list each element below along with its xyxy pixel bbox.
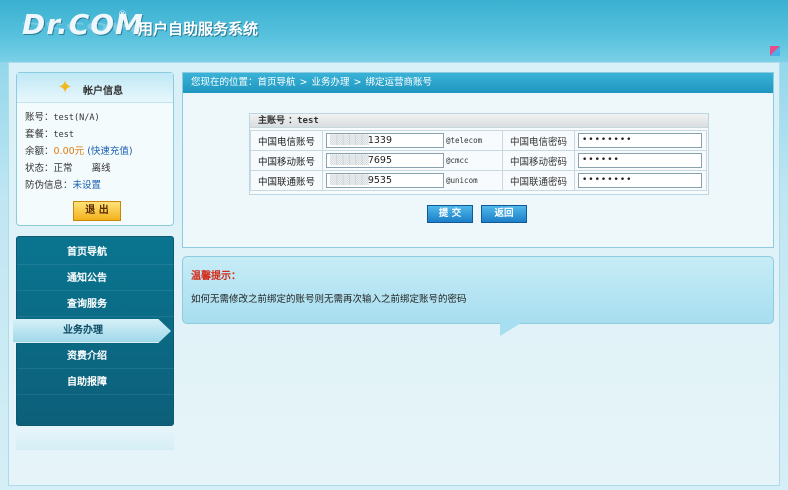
sidebar-item-tariff[interactable]: 资费介绍 <box>17 345 175 369</box>
star-icon: ✦ <box>57 77 73 98</box>
table-row: 中国移动账号 ▒▒▒▒▒▒7695 @cmcc 中国移动密码 •••••• <box>250 150 707 171</box>
breadcrumb: 您现在的位置：首页导航 > 业务办理 > 绑定运营商账号 <box>183 73 773 93</box>
tip-text: 如何无需修改之前绑定的账号则无需再次输入之前绑定账号的密码 <box>191 294 467 305</box>
sidebar-item-notices[interactable]: 通知公告 <box>17 267 175 291</box>
unicom-account-label: 中国联通账号 <box>250 170 323 191</box>
cmcc-password-label: 中国移动密码 <box>502 150 575 171</box>
account-panel: ✦ 帐户信息 账号：test(N/A) 套餐：test 余额：0.00元 (快速… <box>16 72 174 226</box>
cmcc-suffix: @cmcc <box>446 156 469 165</box>
breadcrumb-item: 绑定运营商账号 <box>365 77 432 88</box>
cmcc-password-cell: •••••• <box>574 150 707 171</box>
plan-value: test <box>53 130 74 140</box>
back-button[interactable]: 返回 <box>481 205 527 223</box>
flag-icon[interactable] <box>770 46 780 56</box>
balance-label: 余额： <box>25 146 54 157</box>
cmcc-account-tail: 7695 <box>367 155 393 166</box>
unicom-suffix: @unicom <box>446 176 478 185</box>
breadcrumb-item[interactable]: 业务办理 <box>312 77 350 88</box>
unicom-password-label: 中国联通密码 <box>502 170 575 191</box>
submit-button[interactable]: 提 交 <box>427 205 473 223</box>
breadcrumb-prefix: 您现在的位置： <box>191 77 258 88</box>
logout-button[interactable]: 退 出 <box>73 201 121 221</box>
sidebar-item-home[interactable]: 首页导航 <box>17 241 175 265</box>
tip-panel: 温馨提示： 如何无需修改之前绑定的账号则无需再次输入之前绑定账号的密码 <box>182 256 774 324</box>
recharge-link[interactable]: (快速充值) <box>87 146 132 157</box>
main-account-label: 主账号 ： <box>258 116 298 126</box>
main-account-value: test <box>297 116 319 126</box>
status-row: 状态：正常 离线 <box>25 160 111 174</box>
telecom-account-tail: 1339 <box>367 135 393 146</box>
account-header: ✦ 帐户信息 <box>17 73 173 103</box>
app-title: 用户自助服务系统 <box>138 20 259 38</box>
bind-form: 主账号 ：test 中国电信账号 ▒▒▒▒▒▒1339 @telecom 中国电信… <box>249 113 709 195</box>
telecom-account-label: 中国电信账号 <box>250 130 323 151</box>
breadcrumb-separator: > <box>353 77 362 88</box>
content-panel: 您现在的位置：首页导航 > 业务办理 > 绑定运营商账号 主账号 ：test 中国电信账… <box>182 72 774 248</box>
security-label: 防伪信息： <box>25 180 73 191</box>
sidebar-menu: 首页导航 通知公告 查询服务 业务办理 资费介绍 自助报障 <box>13 236 175 426</box>
breadcrumb-item[interactable]: 首页导航 <box>258 77 296 88</box>
account-title: 帐户信息 <box>83 86 123 97</box>
unicom-password-cell: •••••••• <box>574 170 707 191</box>
logo-reflection: Dr.COM <box>22 19 138 34</box>
breadcrumb-separator: > <box>299 77 308 88</box>
account-label: 账号： <box>25 112 54 123</box>
menu-footer <box>16 428 174 450</box>
plan-row: 套餐：test <box>25 126 74 140</box>
table-row: 中国联通账号 ▒▒▒▒▒▒9535 @unicom 中国联通密码 •••••••• <box>250 170 707 191</box>
security-row: 防伪信息：未设置 <box>25 177 101 191</box>
telecom-account-cell: ▒▒▒▒▒▒1339 @telecom <box>322 130 503 151</box>
main-account-header: 主账号 ：test <box>250 114 708 128</box>
status-value: 正常 <box>53 163 73 174</box>
account-row: 账号：test(N/A) <box>25 109 100 123</box>
unicom-account-cell: ▒▒▒▒▒▒9535 @unicom <box>322 170 503 191</box>
unicom-account-input[interactable]: ▒▒▒▒▒▒9535 <box>326 173 444 188</box>
sidebar-item-report[interactable]: 自助报障 <box>17 371 175 395</box>
account-table: 中国电信账号 ▒▒▒▒▒▒1339 @telecom 中国电信密码 •••••••… <box>250 130 707 191</box>
tip-tail <box>500 320 526 336</box>
sidebar-item-query[interactable]: 查询服务 <box>17 293 175 317</box>
plan-label: 套餐： <box>25 129 54 140</box>
cmcc-account-label: 中国移动账号 <box>250 150 323 171</box>
status-label: 状态： <box>25 163 54 174</box>
balance-row: 余额：0.00元 (快速充值) <box>25 143 133 157</box>
unicom-account-tail: 9535 <box>367 175 393 186</box>
tip-title: 温馨提示： <box>191 271 241 282</box>
telecom-suffix: @telecom <box>446 136 483 145</box>
account-value: test(N/A) <box>53 113 100 123</box>
header: Dr.COM Dr.COM ® 用户自助服务系统 <box>0 0 788 62</box>
security-link[interactable]: 未设置 <box>73 180 102 191</box>
sidebar-item-business[interactable]: 业务办理 <box>13 319 171 343</box>
table-row: 中国电信账号 ▒▒▒▒▒▒1339 @telecom 中国电信密码 •••••••… <box>250 130 707 151</box>
telecom-password-label: 中国电信密码 <box>502 130 575 151</box>
registered-mark: ® <box>118 10 127 20</box>
telecom-account-input[interactable]: ▒▒▒▒▒▒1339 <box>326 133 444 148</box>
cmcc-account-cell: ▒▒▒▒▒▒7695 @cmcc <box>322 150 503 171</box>
cmcc-account-input[interactable]: ▒▒▒▒▒▒7695 <box>326 153 444 168</box>
telecom-password-input[interactable]: •••••••• <box>578 133 702 148</box>
cmcc-password-input[interactable]: •••••• <box>578 153 702 168</box>
telecom-password-cell: •••••••• <box>574 130 707 151</box>
unicom-password-input[interactable]: •••••••• <box>578 173 702 188</box>
balance-value: 0.00元 <box>53 146 85 157</box>
online-status: 离线 <box>91 163 111 174</box>
